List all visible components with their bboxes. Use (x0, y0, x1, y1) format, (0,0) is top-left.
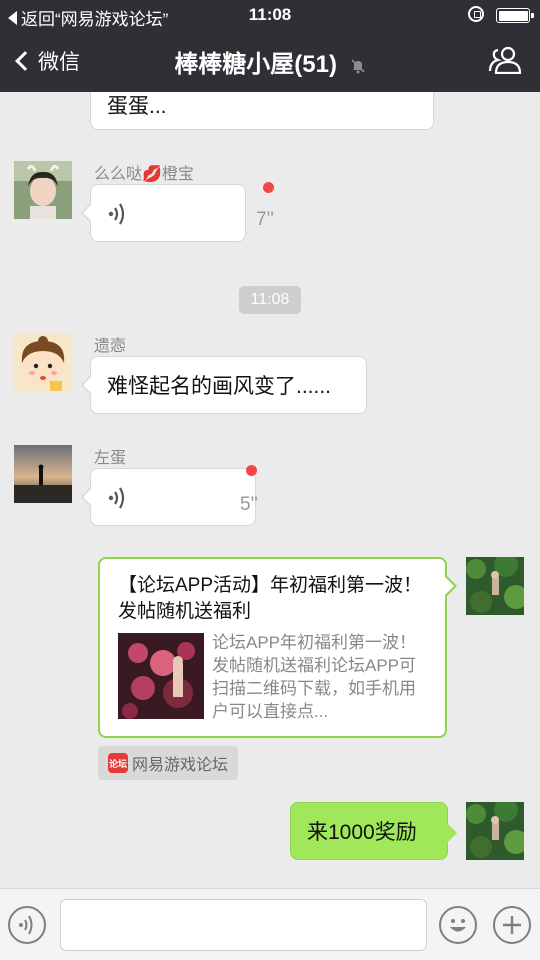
status-time: 11:08 (248, 5, 292, 24)
nav-bar: 微信 棒棒糖小屋(51) (0, 30, 540, 92)
avatar[interactable] (14, 333, 72, 391)
voice-message-bubble[interactable] (81, 184, 246, 242)
message-text: 蛋蛋... (107, 94, 167, 118)
link-card-bubble[interactable]: 【论坛APP活动】年初福利第一波！发帖随机送福利 论坛APP年初福利第一波！发帖… (98, 557, 457, 738)
sender-name: 遗悫 (94, 338, 127, 355)
link-card-thumbnail (118, 633, 204, 719)
unread-dot (246, 465, 257, 476)
timestamp-label: 11:08 (239, 286, 301, 314)
message-text: 来1000奖励 (307, 821, 417, 844)
voice-input-button[interactable] (8, 906, 46, 944)
message-bubble-text-sent[interactable]: 来1000奖励 (290, 802, 457, 860)
link-card-description: 论坛APP年初福利第一波！发帖随机送福利论坛APP可扫描二维码下载，如手机用户可… (212, 633, 417, 721)
battery-icon (496, 8, 534, 23)
netease-forum-logo-icon: 论坛 (108, 753, 128, 773)
rotation-lock-icon (468, 6, 484, 22)
avatar[interactable] (14, 445, 72, 503)
sender-name: 么么哒💋橙宝 (94, 166, 194, 183)
chat-title-text: 棒棒糖小屋(51) (174, 51, 337, 78)
voice-wave-icon (108, 203, 125, 225)
mute-bell-icon (351, 59, 365, 74)
voice-duration: 5'' (240, 494, 258, 515)
emoji-button[interactable] (439, 906, 477, 944)
sender-name: 左蛋 (94, 450, 127, 467)
my-avatar[interactable] (466, 557, 524, 615)
link-source-tag[interactable]: 论坛 网易游戏论坛 (98, 746, 239, 780)
chat-title: 棒棒糖小屋(51) (0, 44, 540, 79)
status-bar: 返回“网易游戏论坛” 11:08 (0, 0, 540, 30)
my-avatar[interactable] (466, 802, 524, 860)
unread-dot (263, 182, 274, 193)
message-bubble-text[interactable]: 难怪起名的画风变了...... (81, 356, 367, 414)
message-text: 难怪起名的画风变了...... (107, 375, 332, 398)
link-card-title: 【论坛APP活动】年初福利第一波！发帖随机送福利 (118, 575, 423, 622)
message-input[interactable] (60, 899, 427, 951)
group-members-icon[interactable] (488, 46, 524, 74)
message-list[interactable]: 蛋蛋... 么么哒💋橙宝 7'' 11:08 遗悫 难怪起名的画风变了.....… (0, 92, 540, 888)
voice-message-bubble[interactable] (81, 468, 256, 526)
voice-wave-icon (19, 915, 33, 935)
more-options-button[interactable] (493, 906, 531, 944)
input-bar (0, 888, 540, 960)
plus-icon (503, 916, 521, 934)
smiley-icon (450, 919, 466, 932)
message-bubble-text[interactable]: 蛋蛋... (90, 92, 434, 130)
voice-wave-icon (108, 487, 125, 509)
link-source-name: 网易游戏论坛 (132, 757, 229, 774)
avatar[interactable] (14, 161, 72, 219)
voice-duration: 7'' (256, 209, 274, 230)
